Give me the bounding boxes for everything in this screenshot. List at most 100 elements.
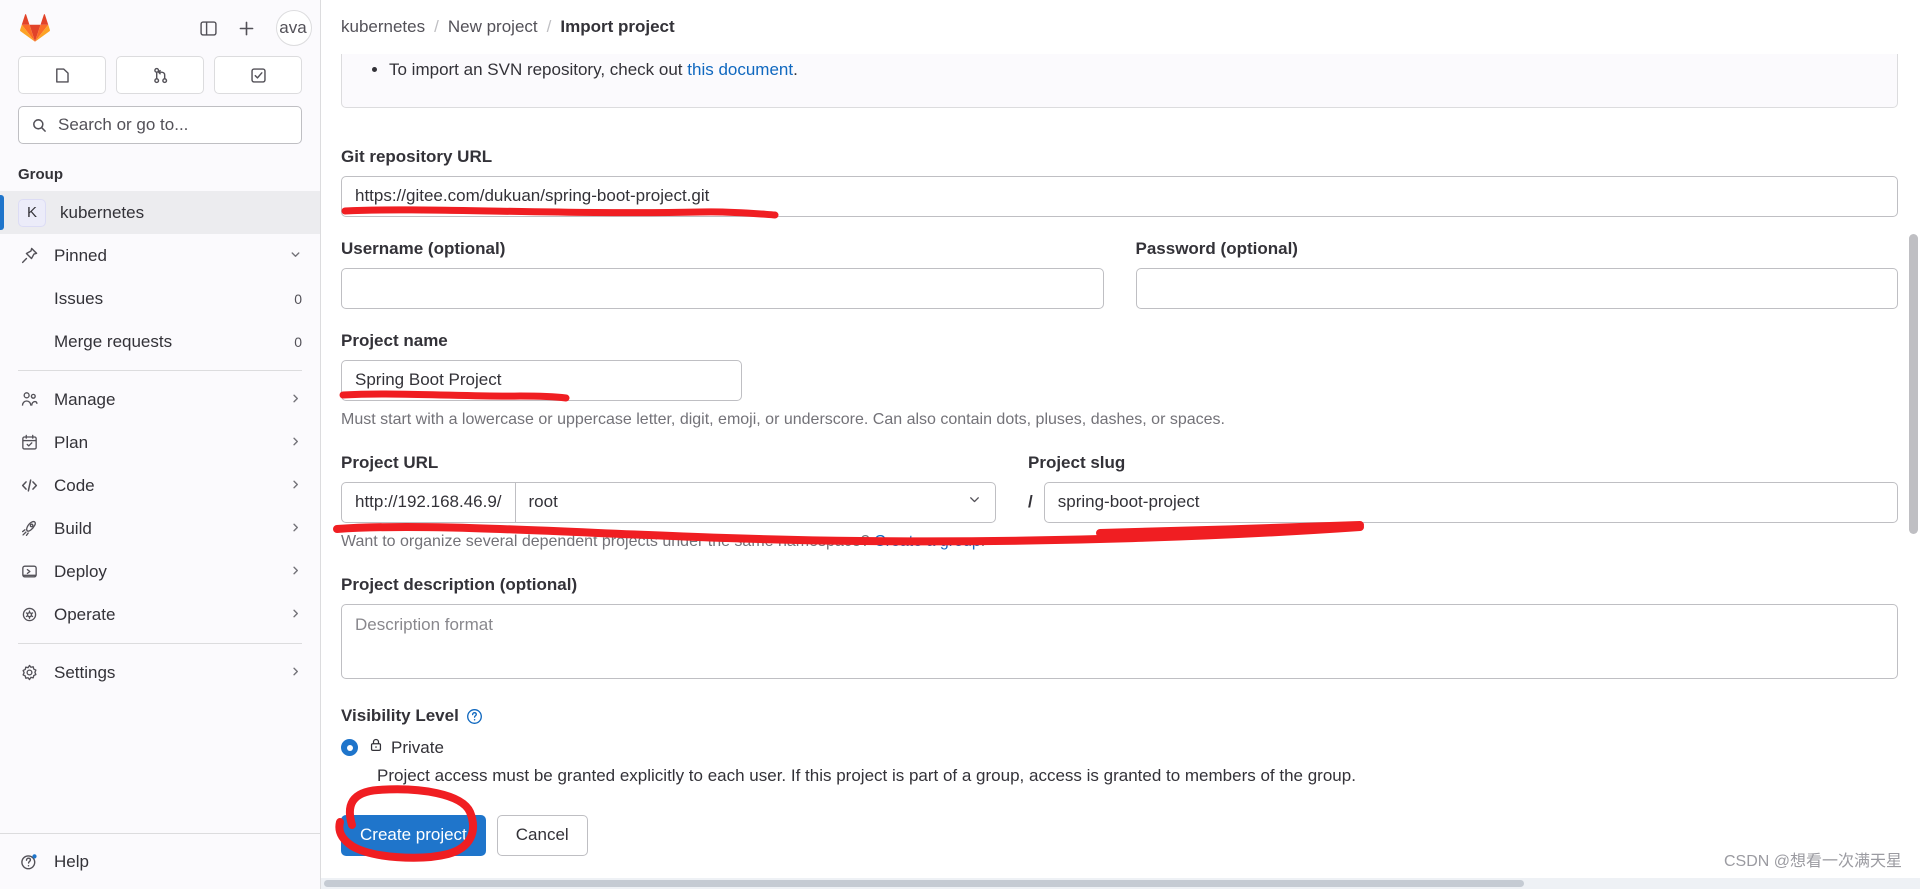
alert-text-prefix: To import an SVN repository, check out — [389, 60, 688, 79]
private-description: Project access must be granted explicitl… — [377, 766, 1356, 786]
sidebar-item-merge-requests[interactable]: Merge requests 0 — [0, 320, 320, 363]
question-circle-icon[interactable] — [466, 708, 483, 725]
slug-separator: / — [1028, 492, 1033, 512]
sidebar-item-kubernetes[interactable]: K kubernetes — [0, 191, 320, 234]
sidebar-item-issues[interactable]: Issues 0 — [0, 277, 320, 320]
sidebar-item-manage[interactable]: Manage — [0, 378, 320, 421]
namespace-select[interactable]: root — [514, 481, 996, 523]
calendar-icon — [18, 432, 40, 454]
username-label: Username (optional) — [341, 238, 506, 258]
sidebar-item-deploy[interactable]: Deploy — [0, 550, 320, 593]
username-input[interactable] — [341, 267, 1104, 309]
pin-icon — [18, 245, 40, 267]
sidebar-section-label: Group — [18, 166, 63, 183]
create-group-link[interactable]: Create a group — [874, 533, 981, 550]
git-url-field-group: Git repository URL — [341, 147, 1898, 217]
import-project-form-area: To import an SVN repository, check out t… — [321, 54, 1920, 889]
sidebar-item-label: Build — [54, 518, 92, 538]
sidebar-item-label: Pinned — [54, 245, 107, 265]
gitlab-logo-icon — [20, 14, 50, 42]
sidebar-item-help[interactable]: Help — [0, 840, 320, 883]
project-slug-input[interactable] — [1043, 481, 1898, 523]
visibility-level-group: Visibility Level Private Project access … — [341, 706, 1898, 789]
cloud-gear-icon — [18, 604, 40, 626]
password-label: Password (optional) — [1135, 238, 1298, 258]
horizontal-scrollbar-thumb[interactable] — [324, 880, 1524, 887]
search-placeholder: Search or go to... — [58, 115, 189, 134]
sidebar-item-label: Settings — [54, 662, 116, 682]
breadcrumb-separator: / — [546, 17, 552, 36]
sidebar-nav: Group K kubernetes Pinned Issues 0 Merge… — [0, 158, 320, 833]
avatar[interactable]: ava — [276, 10, 312, 46]
app-root: ava Search or go to... Group K kubernete… — [0, 0, 1920, 889]
cancel-button[interactable]: Cancel — [496, 814, 588, 856]
project-description-textarea[interactable] — [341, 604, 1898, 680]
visibility-level-header: Visibility Level — [341, 706, 1898, 726]
issues-quick-icon[interactable] — [18, 56, 106, 94]
password-input[interactable] — [1135, 267, 1898, 309]
search-input[interactable]: Search or go to... — [18, 106, 302, 144]
sidebar-item-label: Operate — [54, 604, 116, 624]
search-icon — [33, 118, 46, 132]
project-url-row: Project URL http://192.168.46.9/ root Pr… — [341, 453, 1898, 523]
deploy-icon — [18, 561, 40, 583]
horizontal-scrollbar[interactable] — [321, 878, 1920, 889]
chevron-right-icon — [289, 521, 302, 537]
form-container: To import an SVN repository, check out t… — [341, 54, 1898, 856]
visibility-option-private[interactable]: Private — [341, 737, 1898, 758]
sidebar-footer: Help — [0, 833, 320, 889]
sidebar-item-label: Deploy — [54, 561, 107, 581]
new-item-icon[interactable] — [229, 11, 263, 45]
todos-quick-icon[interactable] — [214, 56, 302, 94]
project-description-field-group: Project description (optional) — [341, 575, 1898, 684]
svn-info-alert: To import an SVN repository, check out t… — [341, 54, 1898, 108]
project-name-input[interactable] — [341, 359, 742, 401]
project-url-field-group: Project URL http://192.168.46.9/ root — [341, 453, 996, 523]
visibility-level-label: Visibility Level — [341, 706, 459, 726]
sidebar-item-label: Help — [54, 851, 89, 871]
watermark: CSDN @想看一次满天星 — [1723, 853, 1902, 870]
sidebar-item-code[interactable]: Code — [0, 464, 320, 507]
group-initial-badge: K — [18, 198, 46, 227]
username-field-group: Username (optional) — [341, 239, 1104, 309]
private-radio[interactable] — [341, 739, 358, 757]
this-document-link[interactable]: this document — [687, 60, 793, 79]
sidebar-item-label: kubernetes — [60, 202, 145, 222]
project-description-label: Project description (optional) — [341, 575, 578, 595]
breadcrumb: kubernetes / New project / Import projec… — [321, 0, 1920, 54]
project-slug-label: Project slug — [1028, 452, 1126, 472]
avatar-label: ava — [279, 18, 307, 37]
merge-requests-quick-icon[interactable] — [116, 56, 204, 94]
sidebar-item-build[interactable]: Build — [0, 507, 320, 550]
rocket-icon — [18, 518, 40, 540]
chevron-right-icon — [289, 478, 302, 494]
git-url-input[interactable] — [341, 175, 1898, 217]
chevron-right-icon — [289, 607, 302, 623]
sidebar-item-count: 0 — [294, 333, 302, 350]
sidebar-item-label: Manage — [54, 389, 116, 409]
form-actions: Create project Cancel — [341, 814, 1898, 856]
alert-text-suffix: . — [793, 60, 798, 79]
namespace-hint: Want to organize several dependent proje… — [341, 531, 1898, 553]
password-field-group: Password (optional) — [1135, 238, 1898, 309]
toggle-sidebar-icon[interactable] — [191, 11, 225, 45]
sidebar-item-settings[interactable]: Settings — [0, 651, 320, 694]
chevron-right-icon — [289, 564, 302, 580]
breadcrumb-new-project[interactable]: New project — [448, 17, 538, 37]
chevron-down-icon — [967, 492, 982, 512]
project-url-input-group: http://192.168.46.9/ root — [341, 481, 996, 523]
users-icon — [18, 389, 40, 411]
sidebar-item-label: Code — [54, 475, 95, 495]
sidebar-item-operate[interactable]: Operate — [0, 593, 320, 636]
chevron-right-icon — [289, 665, 302, 681]
sidebar-item-pinned[interactable]: Pinned — [0, 234, 320, 277]
private-label: Private — [368, 737, 444, 758]
sidebar-item-label: Plan — [54, 432, 89, 452]
main-content: kubernetes / New project / Import projec… — [321, 0, 1920, 889]
sidebar-divider — [18, 370, 302, 371]
chevron-right-icon — [289, 435, 302, 451]
create-project-button[interactable]: Create project — [341, 814, 486, 856]
breadcrumb-group[interactable]: kubernetes — [341, 17, 425, 37]
sidebar-item-plan[interactable]: Plan — [0, 421, 320, 464]
namespace-selected-value: root — [528, 492, 558, 512]
